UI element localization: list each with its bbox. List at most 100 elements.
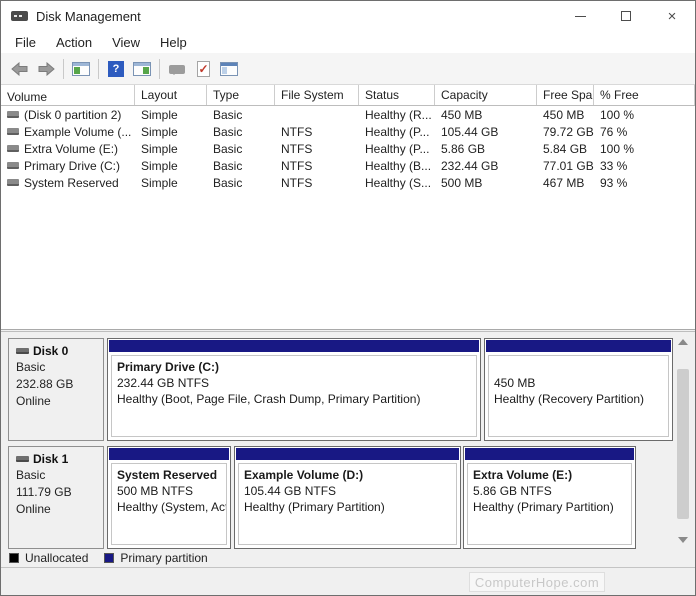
disk-state: Online (16, 502, 51, 516)
watermark: ComputerHope.com (469, 572, 605, 592)
primary-partition-label: Primary partition (120, 551, 208, 565)
primary-partition-swatch (104, 553, 115, 563)
column-header-type[interactable]: Type (207, 85, 275, 105)
maximize-icon (621, 11, 631, 21)
cell-pct-free: 100 % (600, 141, 635, 156)
disk-size: 111.79 GB (16, 485, 72, 499)
menu-file[interactable]: File (5, 33, 46, 52)
partition-color-bar (109, 340, 479, 352)
cell-capacity: 5.86 GB (441, 141, 486, 156)
minimize-button[interactable] (557, 1, 603, 31)
column-header-status[interactable]: Status (359, 85, 435, 105)
forward-icon (38, 61, 55, 76)
volume-name: (Disk 0 partition 2) (24, 107, 122, 122)
show-console-tree-button[interactable] (69, 57, 93, 81)
back-icon (11, 61, 28, 76)
cell-free-space: 467 MB (543, 175, 585, 190)
column-header-free-space[interactable]: Free Spa... (537, 85, 594, 105)
volume-name: System Reserved (24, 175, 119, 190)
help-button[interactable]: ? (104, 57, 128, 81)
table-row[interactable]: Extra Volume (E:) Simple Basic NTFS Heal… (1, 140, 695, 157)
maximize-button[interactable] (603, 1, 649, 31)
cell-type: Basic (213, 124, 243, 139)
window-title: Disk Management (36, 8, 141, 24)
toolbar-separator (98, 58, 99, 79)
cell-type: Basic (213, 107, 243, 122)
help-icon: ? (108, 60, 124, 77)
partition-color-bar (465, 448, 634, 460)
volume-name: Primary Drive (C:) (24, 158, 120, 173)
popup-tool-button[interactable] (165, 57, 189, 81)
column-header-file-system[interactable]: File System (275, 85, 359, 105)
cell-capacity: 450 MB (441, 107, 483, 122)
table-row[interactable]: System Reserved Simple Basic NTFS Health… (1, 174, 695, 191)
back-button[interactable] (8, 57, 32, 81)
disk-management-window: Disk Management × File Action View Help … (0, 0, 696, 596)
cell-capacity: 232.44 GB (441, 158, 499, 173)
disk-kind: Basic (16, 360, 46, 374)
cell-pct-free: 100 % (600, 107, 635, 122)
partition-primary-drive-c[interactable]: Primary Drive (C:) 232.44 GB NTFS Health… (107, 338, 481, 441)
cell-status: Healthy (P... (365, 124, 430, 139)
disk-icon (16, 456, 29, 462)
vertical-scrollbar[interactable] (676, 335, 691, 547)
unallocated-swatch (9, 553, 19, 563)
partition-title: System Reserved (117, 468, 218, 482)
cell-capacity: 500 MB (441, 175, 483, 190)
status-bar: ComputerHope.com (1, 568, 695, 595)
table-row[interactable]: Example Volume (... Simple Basic NTFS He… (1, 123, 695, 140)
volume-list-panel: Volume Layout Type File System Status Ca… (1, 85, 695, 330)
menu-help[interactable]: Help (150, 33, 197, 52)
volume-icon (7, 179, 19, 186)
disk-0-label[interactable]: Disk 0 Basic 232.88 GB Online (8, 338, 104, 441)
cell-pct-free: 33 % (600, 158, 628, 173)
cell-free-space: 450 MB (543, 107, 585, 122)
cell-free-space: 77.01 GB (543, 158, 594, 173)
table-row[interactable]: Primary Drive (C:) Simple Basic NTFS Hea… (1, 157, 695, 174)
toolbar-separator (159, 58, 160, 79)
show-action-pane-button[interactable] (130, 57, 154, 81)
table-row[interactable]: (Disk 0 partition 2) Simple Basic Health… (1, 106, 695, 123)
toolbar: ? (1, 53, 695, 85)
close-button[interactable]: × (649, 1, 695, 31)
cell-pct-free: 93 % (600, 175, 628, 190)
cell-status: Healthy (P... (365, 141, 430, 156)
properties-pane-button[interactable] (217, 57, 241, 81)
volume-icon (7, 128, 19, 135)
partition-recovery[interactable]: 450 MB Healthy (Recovery Partition) (484, 338, 673, 441)
cell-status: Healthy (R... (365, 107, 432, 122)
check-document-button[interactable] (191, 57, 215, 81)
partition-title: Primary Drive (C:) (117, 360, 220, 374)
title-bar: Disk Management × (1, 1, 695, 31)
properties-pane-icon (220, 61, 238, 76)
column-header-pct-free[interactable]: % Free (594, 85, 695, 105)
column-header-layout[interactable]: Layout (135, 85, 207, 105)
partition-system-reserved[interactable]: System Reserved 500 MB NTFS Healthy (Sys… (107, 446, 231, 549)
disk-management-app-icon (11, 9, 28, 23)
column-header-capacity[interactable]: Capacity (435, 85, 537, 105)
menu-action[interactable]: Action (46, 33, 102, 52)
close-icon: × (667, 7, 677, 25)
partition-extra-volume-e[interactable]: Extra Volume (E:) 5.86 GB NTFS Healthy (… (463, 446, 636, 549)
scroll-down-icon[interactable] (678, 537, 688, 543)
scrollbar-thumb[interactable] (677, 369, 689, 519)
partition-detail: 232.44 GB NTFS (117, 376, 210, 390)
disk-name: Disk 0 (33, 344, 69, 358)
cell-file-system: NTFS (281, 175, 313, 190)
scroll-up-icon[interactable] (678, 339, 688, 345)
menu-view[interactable]: View (102, 33, 150, 52)
partition-example-volume-d[interactable]: Example Volume (D:) 105.44 GB NTFS Healt… (234, 446, 461, 549)
partition-detail: 500 MB NTFS (117, 484, 194, 498)
partition-status: Healthy (Primary Partition) (244, 500, 385, 514)
partition-status: Healthy (System, Act (117, 500, 227, 514)
volume-icon (7, 111, 19, 118)
cell-layout: Simple (141, 175, 178, 190)
cell-status: Healthy (B... (365, 158, 432, 173)
disk-0-row: Disk 0 Basic 232.88 GB Online Primary Dr… (1, 338, 695, 441)
disk-size: 232.88 GB (16, 377, 74, 391)
forward-button[interactable] (34, 57, 58, 81)
disk-1-label[interactable]: Disk 1 Basic 111.79 GB Online (8, 446, 104, 549)
column-header-volume[interactable]: Volume (1, 85, 135, 105)
cell-type: Basic (213, 175, 243, 190)
cell-capacity: 105.44 GB (441, 124, 499, 139)
